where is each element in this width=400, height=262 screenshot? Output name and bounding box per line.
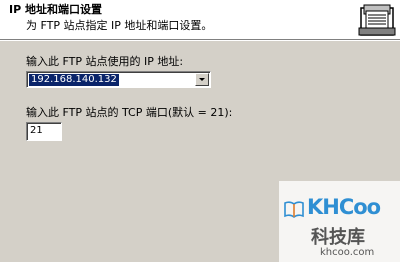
book-logo-icon xyxy=(284,201,304,218)
ip-address-combobox[interactable]: 192.168.140.132 xyxy=(26,71,211,88)
ip-address-label: 输入此 FTP 站点使用的 IP 地址: xyxy=(26,55,184,68)
ip-address-selected-value[interactable]: 192.168.140.132 xyxy=(29,74,119,86)
chevron-down-icon xyxy=(199,78,205,81)
tcp-port-input[interactable]: 21 xyxy=(26,122,62,141)
header-divider-highlight xyxy=(0,40,400,41)
watermark-url: khcoo.com xyxy=(320,247,375,258)
ftp-site-icon xyxy=(355,2,399,38)
wizard-title: IP 地址和端口设置 xyxy=(9,3,102,16)
wizard-header: IP 地址和端口设置 为 FTP 站点指定 IP 地址和端口设置。 xyxy=(0,0,400,39)
wizard-subtitle: 为 FTP 站点指定 IP 地址和端口设置。 xyxy=(26,19,213,32)
watermark: KHCoo 科技库 khcoo.com xyxy=(279,181,400,262)
tcp-port-label: 输入此 FTP 站点的 TCP 端口(默认 = 21): xyxy=(26,106,233,119)
watermark-logo-text: KHCoo xyxy=(307,195,381,219)
ip-address-dropdown-button[interactable] xyxy=(195,73,209,86)
watermark-name: 科技库 xyxy=(311,227,365,248)
